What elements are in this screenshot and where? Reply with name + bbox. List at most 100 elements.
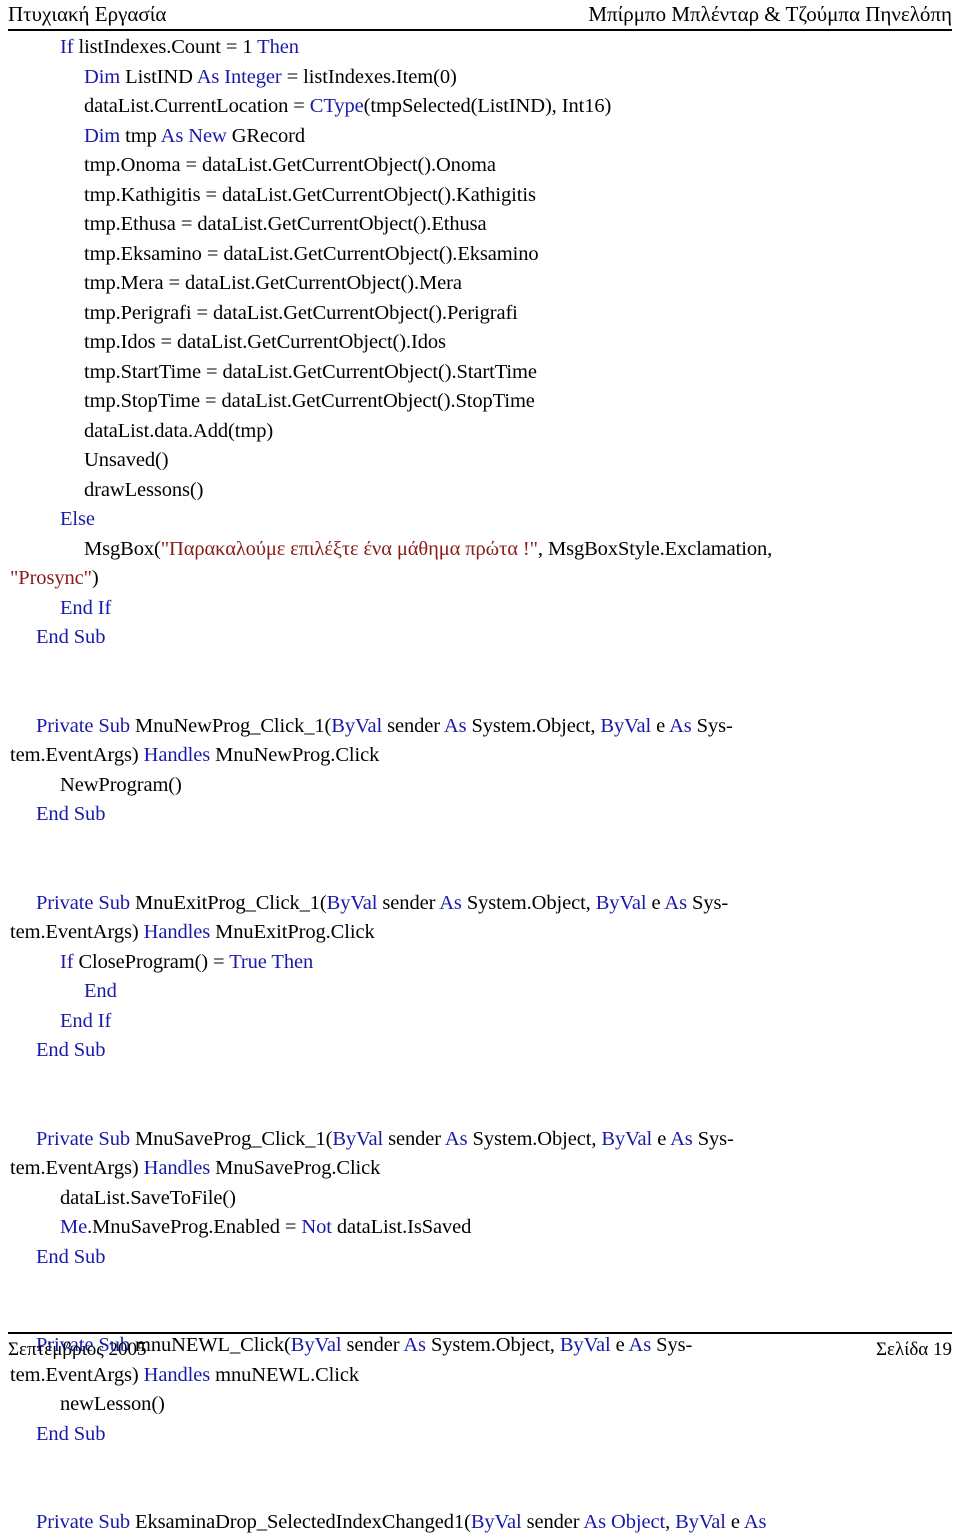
code-line: Private Sub MnuSaveProg_Click_1(ByVal se…: [0, 1125, 960, 1155]
code-line: MsgBox("Παρακαλούμε επιλέξτε ένα μάθημα …: [0, 535, 960, 565]
page-header: Πτυχιακή Εργασία Μπίρμπο Μπλένταρ & Τζού…: [8, 2, 952, 27]
code-line: Dim tmp As New GRecord: [0, 122, 960, 152]
code-identifier: sender: [387, 714, 444, 737]
code-keyword: Handles: [143, 921, 216, 943]
code-identifier: drawLessons(): [84, 478, 204, 501]
code-line: Me.MnuSaveProg.Enabled = Not dataList.Is…: [0, 1213, 960, 1243]
code-identifier: tem.EventArgs): [10, 1363, 144, 1386]
code-keyword: Handles: [143, 744, 216, 766]
code-keyword: Private Sub: [36, 891, 136, 914]
code-identifier: tmp.Perigrafi = dataList.GetCurrentObjec…: [84, 301, 518, 324]
code-identifier: System.Object,: [472, 1127, 602, 1150]
footer-divider: [8, 1332, 952, 1334]
code-identifier: CloseProgram() =: [78, 950, 230, 973]
code-keyword: True Then: [229, 950, 314, 973]
code-keyword: Not: [301, 1216, 337, 1238]
code-keyword: ByVal: [675, 1511, 731, 1533]
code-line: dataList.CurrentLocation = CType(tmpSele…: [0, 92, 960, 122]
code-identifier: tmp.StartTime = dataList.GetCurrentObjec…: [84, 360, 537, 383]
code-line: tmp.Onoma = dataList.GetCurrentObject().…: [0, 151, 960, 181]
code-listing: If listIndexes.Count = 1 Then Dim ListIND…: [0, 33, 960, 1538]
code-identifier: MnuNewProg_Click_1(: [135, 714, 332, 737]
code-keyword: Handles: [143, 1363, 216, 1386]
code-keyword: ByVal: [601, 1127, 658, 1150]
code-keyword: As: [443, 714, 472, 737]
code-keyword: End Sub: [36, 1422, 106, 1445]
code-string: "Prosync": [10, 567, 92, 589]
code-identifier: GRecord: [231, 124, 306, 147]
code-keyword: As: [743, 1511, 767, 1533]
code-line: End If: [0, 1007, 960, 1037]
code-line: dataList.data.Add(tmp): [0, 417, 960, 447]
code-line: tmp.Ethusa = dataList.GetCurrentObject()…: [0, 210, 960, 240]
code-identifier: NewProgram(): [60, 773, 182, 796]
code-line: tem.EventArgs) Handles MnuNewProg.Click: [0, 741, 960, 771]
code-keyword: Private Sub: [36, 1511, 136, 1533]
code-identifier: tmp: [125, 124, 161, 147]
code-identifier: MnuExitProg.Click: [215, 921, 375, 943]
code-identifier: tmp.StopTime = dataList.GetCurrentObject…: [84, 390, 535, 412]
code-identifier: tmp.Onoma = dataList.GetCurrentObject().…: [84, 154, 496, 176]
header-divider: [8, 29, 952, 31]
code-keyword: As Object: [583, 1511, 666, 1533]
code-line: tem.EventArgs) Handles MnuExitProg.Click: [0, 918, 960, 948]
code-keyword: Me: [60, 1216, 88, 1238]
code-keyword: End Sub: [36, 1245, 106, 1268]
code-identifier: Sys-: [697, 1127, 734, 1150]
code-keyword: As: [444, 1127, 473, 1150]
code-keyword: ByVal: [470, 1511, 527, 1533]
code-line: Private Sub MnuNewProg_Click_1(ByVal sen…: [0, 712, 960, 742]
code-keyword: As Integer: [196, 65, 282, 88]
code-keyword: As: [664, 891, 693, 914]
code-keyword: As: [669, 714, 697, 737]
code-identifier: Sys-: [692, 891, 729, 914]
code-line: End Sub: [0, 1420, 960, 1450]
code-keyword: As New: [160, 124, 232, 147]
code-identifier: newLesson(): [60, 1393, 165, 1415]
code-identifier: sender: [388, 1127, 445, 1150]
code-keyword: Private Sub: [36, 1127, 136, 1150]
code-identifier: dataList.SaveToFile(): [60, 1186, 236, 1209]
code-line: tmp.Mera = dataList.GetCurrentObject().M…: [0, 269, 960, 299]
code-identifier: MnuExitProg_Click_1(: [135, 891, 327, 914]
code-keyword: End Sub: [36, 803, 106, 825]
code-line: tem.EventArgs) Handles mnuNEWL.Click: [0, 1361, 960, 1391]
code-line: If listIndexes.Count = 1 Then: [0, 33, 960, 63]
code-keyword: End If: [60, 1009, 112, 1032]
code-keyword: As: [670, 1127, 698, 1150]
code-line: tem.EventArgs) Handles MnuSaveProg.Click: [0, 1154, 960, 1184]
code-keyword: As: [439, 891, 467, 914]
document-page: Πτυχιακή Εργασία Μπίρμπο Μπλένταρ & Τζού…: [0, 0, 960, 1533]
header-left-text: Πτυχιακή Εργασία: [8, 2, 167, 26]
header-right-text: Μπίρμπο Μπλένταρ & Τζούμπα Πηνελόπη: [588, 2, 952, 26]
code-identifier: e: [656, 714, 670, 737]
code-identifier: tmp.Eksamino = dataList.GetCurrentObject…: [84, 242, 539, 265]
code-identifier: e: [651, 891, 665, 914]
code-identifier: EksaminaDrop_SelectedIndexChanged1(: [135, 1511, 471, 1533]
code-identifier: e: [657, 1127, 671, 1150]
code-identifier: tmp.Ethusa = dataList.GetCurrentObject()…: [84, 213, 487, 235]
code-keyword: If: [60, 36, 79, 58]
code-line: newLesson(): [0, 1390, 960, 1420]
code-keyword: ByVal: [595, 891, 652, 914]
code-string: "Παρακαλούμε επιλέξτε ένα μάθημα πρώτα !…: [160, 537, 538, 560]
code-line: Private Sub EksaminaDrop_SelectedIndexCh…: [0, 1508, 960, 1538]
code-identifier: MnuNewProg.Click: [215, 744, 380, 766]
code-identifier: tem.EventArgs): [10, 744, 144, 766]
code-keyword: Dim: [84, 124, 126, 147]
code-line: End Sub: [0, 623, 960, 653]
code-identifier: Sys-: [696, 714, 733, 737]
code-identifier: sender: [526, 1511, 584, 1533]
code-line: If CloseProgram() = True Then: [0, 948, 960, 978]
code-line: drawLessons(): [0, 476, 960, 506]
code-identifier: Unsaved(): [84, 449, 169, 471]
code-keyword: End If: [60, 596, 112, 619]
code-keyword: ByVal: [331, 714, 388, 737]
